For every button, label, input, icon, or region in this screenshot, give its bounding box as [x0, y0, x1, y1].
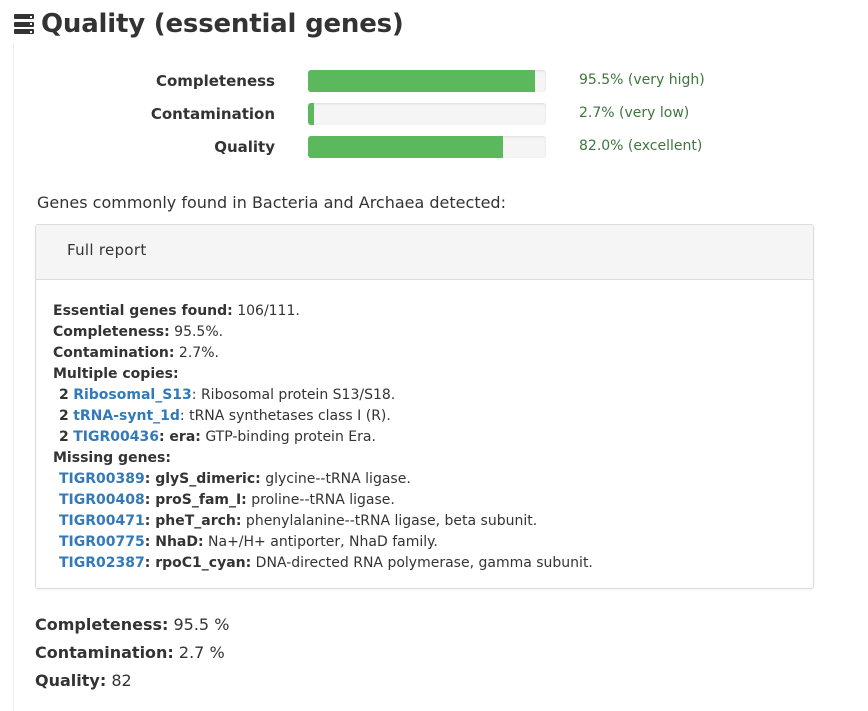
essential-genes-value: 106/111. [232, 303, 300, 319]
gene-name: : NhaD: [144, 534, 204, 550]
gene-name: : era: [158, 429, 201, 445]
gene-name: : pheT_arch: [144, 513, 242, 529]
report-contamination-value: 2.7%. [174, 345, 219, 361]
panel-title[interactable]: Full report [67, 241, 147, 259]
report-contamination-line: Contamination: 2.7%. [53, 343, 593, 364]
progress-fill-quality [308, 136, 504, 158]
gene-desc: : tRNA synthetases class I (R). [179, 408, 391, 424]
gene-desc: DNA-directed RNA polymerase, gamma subun… [251, 555, 593, 571]
copy-count: 2 [59, 387, 69, 403]
gene-desc: glycine--tRNA ligase. [260, 471, 411, 487]
gene-desc: GTP-binding protein Era. [200, 429, 376, 445]
progress-track [308, 103, 546, 125]
copy-count: 2 [59, 408, 69, 424]
summary-contamination-label: Contamination: [35, 643, 174, 662]
metric-label: Completeness [155, 72, 275, 90]
metric-value: 95.5% (very high) [579, 72, 705, 88]
panel-heading[interactable]: Full report [36, 225, 813, 280]
progress-fill-contamination [308, 103, 315, 125]
gene-desc: proline--tRNA ligase. [246, 492, 395, 508]
list-item: TIGR02387: rpoC1_cyan: DNA-directed RNA … [53, 553, 593, 574]
essential-genes-label: Essential genes found: [53, 303, 233, 319]
list-item: TIGR00408: proS_fam_I: proline--tRNA lig… [53, 490, 593, 511]
gene-name: : rpoC1_cyan: [144, 555, 252, 571]
gene-link[interactable]: TIGR00389 [59, 471, 145, 487]
metric-completeness: Completeness 95.5% (very high) [0, 70, 868, 94]
summary-completeness: Completeness: 95.5 % [35, 615, 229, 634]
missing-genes-label: Missing genes: [53, 450, 171, 466]
progress-fill-completeness [308, 70, 536, 92]
metric-contamination: Contamination 2.7% (very low) [0, 103, 868, 127]
report-completeness-label: Completeness: [53, 324, 170, 340]
list-item: 2 Ribosomal_S13: Ribosomal protein S13/S… [53, 385, 593, 406]
metric-label: Quality [214, 138, 275, 156]
gene-name: : proS_fam_I: [144, 492, 247, 508]
section-title: Quality (essential genes) [41, 9, 404, 39]
essential-genes-line: Essential genes found: 106/111. [53, 301, 593, 322]
list-item: TIGR00471: pheT_arch: phenylalanine--tRN… [53, 511, 593, 532]
summary-completeness-value: 95.5 % [168, 615, 230, 634]
progress-track [308, 70, 546, 92]
gene-link[interactable]: tRNA-synt_1d [73, 408, 180, 424]
genes-heading: Genes commonly found in Bacteria and Arc… [37, 193, 506, 212]
server-stack-icon [14, 14, 34, 34]
metric-label: Contamination [150, 105, 275, 123]
list-item: TIGR00775: NhaD: Na+/H+ antiporter, NhaD… [53, 532, 593, 553]
summary-completeness-label: Completeness: [35, 615, 169, 634]
gene-link[interactable]: TIGR00471 [59, 513, 145, 529]
summary-quality: Quality: 82 [35, 671, 132, 690]
list-item: 2 tRNA-synt_1d: tRNA synthetases class I… [53, 406, 593, 427]
report-completeness-value: 95.5%. [169, 324, 224, 340]
full-report-panel: Full report Essential genes found: 106/1… [35, 224, 814, 589]
gene-desc: Na+/H+ antiporter, NhaD family. [203, 534, 438, 550]
section-header: Quality (essential genes) [14, 6, 404, 42]
summary-quality-label: Quality: [35, 671, 107, 690]
summary-contamination: Contamination: 2.7 % [35, 643, 225, 662]
list-item: TIGR00389: glyS_dimeric: glycine--tRNA l… [53, 469, 593, 490]
summary-quality-value: 82 [106, 671, 132, 690]
gene-link[interactable]: TIGR00775 [59, 534, 145, 550]
metric-quality: Quality 82.0% (excellent) [0, 136, 868, 160]
gene-link[interactable]: TIGR00408 [59, 492, 145, 508]
gene-link[interactable]: TIGR02387 [59, 555, 145, 571]
gene-link[interactable]: TIGR00436 [73, 429, 159, 445]
progress-track [308, 136, 546, 158]
list-item: 2 TIGR00436: era: GTP-binding protein Er… [53, 427, 593, 448]
metric-value: 82.0% (excellent) [579, 138, 703, 154]
report-completeness-line: Completeness: 95.5%. [53, 322, 593, 343]
summary-contamination-value: 2.7 % [173, 643, 225, 662]
panel-body: Essential genes found: 106/111. Complete… [53, 301, 593, 574]
gene-desc: : Ribosomal protein S13/S18. [191, 387, 396, 403]
multiple-copies-label: Multiple copies: [53, 366, 179, 382]
copy-count: 2 [59, 429, 69, 445]
report-contamination-label: Contamination: [53, 345, 175, 361]
gene-name: : glyS_dimeric: [144, 471, 261, 487]
metric-value: 2.7% (very low) [579, 105, 690, 121]
gene-desc: phenylalanine--tRNA ligase, beta subunit… [241, 513, 538, 529]
gene-link[interactable]: Ribosomal_S13 [73, 387, 192, 403]
